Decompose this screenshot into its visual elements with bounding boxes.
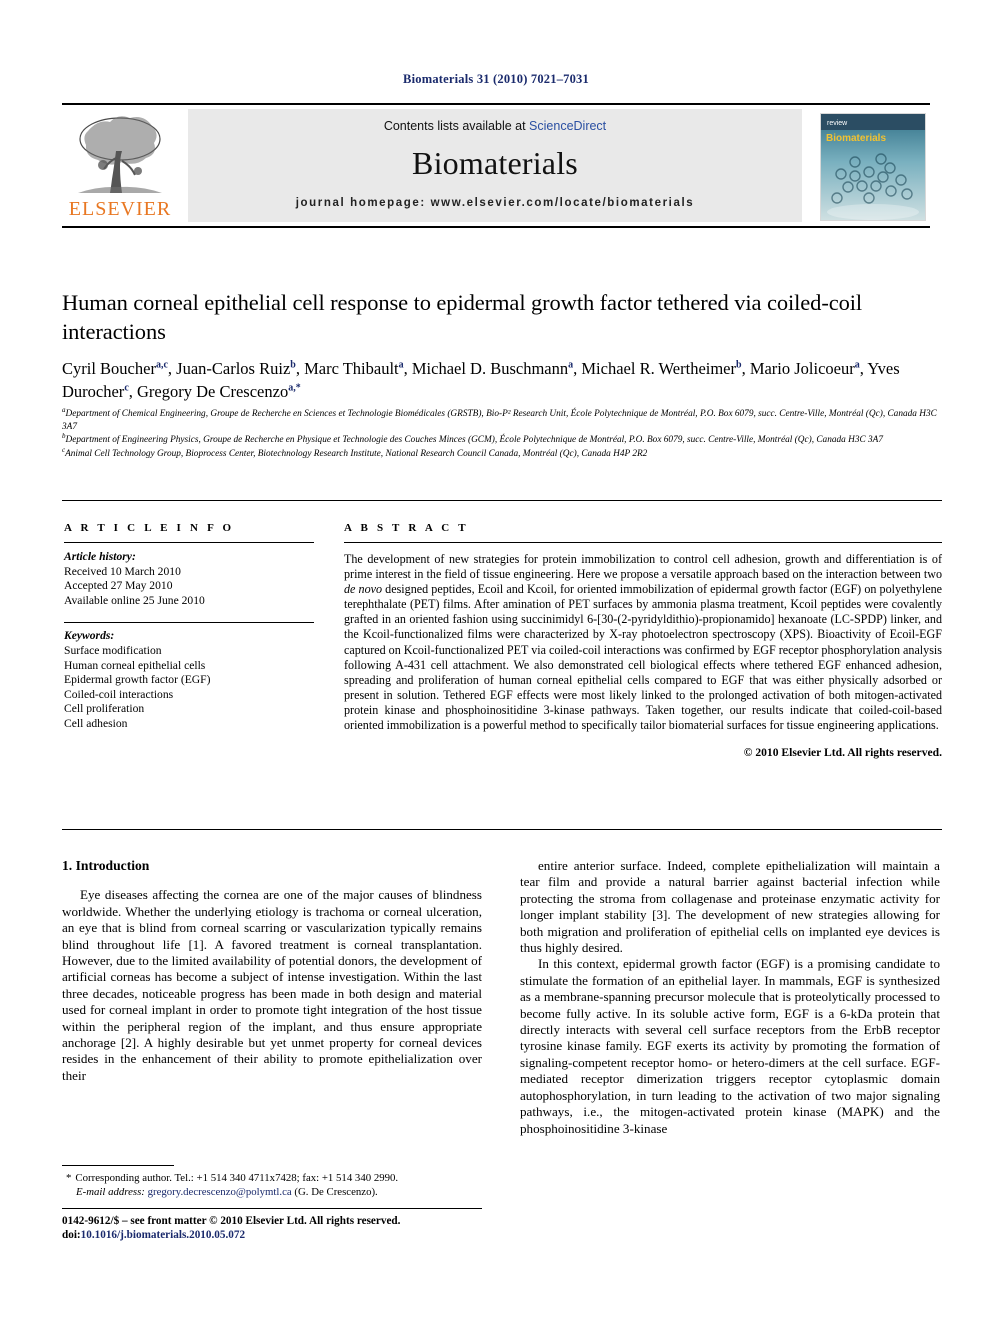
doi-line: doi:10.1016/j.biomaterials.2010.05.072 (62, 1228, 492, 1242)
affiliation-item: bDepartment of Engineering Physics, Grou… (62, 433, 942, 447)
author-name: Gregory De Crescenzo (137, 382, 289, 401)
author-item[interactable]: Juan-Carlos Ruizb (176, 359, 296, 378)
author-name: Marc Thibault (304, 359, 399, 378)
elsevier-wordmark: ELSEVIER (68, 198, 172, 220)
author-affil-marker: a (854, 359, 860, 371)
history-item: Available online 25 June 2010 (64, 593, 205, 607)
sciencedirect-link[interactable]: ScienceDirect (529, 119, 606, 133)
journal-article-page: Biomaterials 31 (2010) 7021–7031 ELSEVIE… (0, 0, 992, 1323)
paragraph: In this context, epidermal growth factor… (520, 956, 940, 1136)
keyword-item: Surface modification (64, 643, 162, 657)
doi-label: doi: (62, 1229, 81, 1241)
front-matter-divider (62, 1208, 482, 1209)
keyword-item: Coiled-coil interactions (64, 687, 174, 701)
author-item[interactable]: Michael R. Wertheimerb (581, 359, 741, 378)
abstract-text: The development of new strategies for pr… (344, 543, 942, 733)
abstract-heading: A B S T R A C T (344, 522, 469, 534)
info-abstract-panel: A R T I C L E I N F O Article history: R… (62, 500, 942, 830)
article-info-heading: A R T I C L E I N F O (64, 522, 235, 534)
history-item: Received 10 March 2010 (64, 564, 181, 578)
cover-artwork-icon: review Biomaterials (821, 114, 925, 220)
body-column-left: 1. Introduction Eye diseases affecting t… (62, 858, 482, 1084)
article-history-group: Article history: Received 10 March 2010 … (64, 543, 314, 608)
body-column-right: entire anterior surface. Indeed, complet… (520, 858, 940, 1137)
footnote-line-1: * Corresponding author. Tel.: +1 514 340 … (62, 1172, 482, 1186)
svg-text:Biomaterials: Biomaterials (826, 133, 886, 144)
contents-available-line: Contents lists available at ScienceDirec… (188, 109, 802, 133)
elsevier-logo: ELSEVIER (66, 113, 174, 221)
front-matter: 0142-9612/$ – see front matter © 2010 El… (62, 1214, 492, 1242)
keyword-item: Human corneal epithelial cells (64, 658, 206, 672)
affiliation-list: aDepartment of Chemical Engineering, Gro… (62, 406, 942, 461)
contents-prefix: Contents lists available at (383, 119, 530, 133)
elsevier-tree-icon (78, 116, 162, 193)
abstract-copyright: © 2010 Elsevier Ltd. All rights reserved… (743, 746, 942, 760)
author-affil-marker: b (290, 359, 296, 371)
running-head: Biomaterials 31 (2010) 7021–7031 (403, 72, 589, 86)
author-name: Mario Jolicoeur (749, 359, 855, 378)
abstract-column: A B S T R A C T The development of new s… (344, 501, 942, 759)
keyword-item: Epidermal growth factor (EGF) (64, 673, 211, 687)
doi-link[interactable]: 10.1016/j.biomaterials.2010.05.072 (81, 1229, 245, 1241)
history-item: Accepted 27 May 2010 (64, 579, 173, 593)
corresponding-author-footnote: * Corresponding author. Tel.: +1 514 340 … (62, 1172, 482, 1199)
author-item[interactable]: Marc Thibaulta (304, 359, 404, 378)
journal-cover-thumbnail: review Biomaterials (820, 113, 926, 221)
keyword-item: Cell proliferation (64, 702, 145, 716)
affiliation-text: Department of Engineering Physics, Group… (65, 435, 884, 446)
journal-masthead: ELSEVIER Contents lists available at Sci… (62, 103, 930, 228)
footnote-marker: * (66, 1172, 72, 1184)
author-affil-marker: a (398, 359, 404, 371)
article-history-label: Article history: (64, 550, 136, 563)
abstract-part-2: designed peptides, Ecoil and Kcoil, for … (344, 582, 942, 733)
keywords-label: Keywords: (64, 629, 115, 643)
section-title-introduction: 1. Introduction (62, 858, 150, 873)
affiliation-text: Animal Cell Technology Group, Bioprocess… (65, 448, 648, 459)
affiliation-item: cAnimal Cell Technology Group, Bioproces… (62, 446, 942, 461)
author-item[interactable]: Cyril Bouchera,c (62, 359, 168, 378)
footnote-line-2: E-mail address: gregory.decrescenzo@poly… (62, 1186, 482, 1200)
author-name: Michael R. Wertheimer (581, 359, 736, 378)
paragraph: entire anterior surface. Indeed, complet… (520, 858, 940, 956)
masthead-center-band: Contents lists available at ScienceDirec… (188, 109, 802, 222)
author-affil-marker: a,c (155, 359, 168, 371)
email-address-label: E-mail address: (76, 1185, 145, 1198)
author-name: Michael D. Buschmann (411, 359, 569, 378)
footnote-contact-text: Corresponding author. Tel.: +1 514 340 4… (75, 1172, 399, 1184)
journal-homepage-link[interactable]: journal homepage: www.elsevier.com/locat… (188, 197, 802, 209)
abstract-part-1: The development of new strategies for pr… (344, 552, 942, 582)
author-name: Cyril Boucher (62, 359, 156, 378)
affiliation-text: Department of Chemical Engineering, Grou… (62, 409, 937, 432)
author-list: Cyril Bouchera,c, Juan-Carlos Ruizb, Mar… (62, 359, 900, 401)
keywords-group: Keywords: Surface modification Human cor… (64, 623, 314, 731)
author-item[interactable]: Gregory De Crescenzoa,* (137, 382, 301, 401)
author-name: Juan-Carlos Ruiz (176, 359, 291, 378)
footnote-divider (62, 1165, 174, 1166)
email-owner: (G. De Crescenzo). (291, 1185, 378, 1198)
abstract-italic-term: de novo (344, 582, 383, 597)
author-item[interactable]: Mario Jolicoeura (750, 359, 860, 378)
issn-copyright-line: 0142-9612/$ – see front matter © 2010 El… (62, 1215, 401, 1227)
article-title: Human corneal epithelial cell response t… (62, 290, 863, 344)
paragraph: Eye diseases affecting the cornea are on… (62, 887, 482, 1083)
author-item[interactable]: Michael D. Buschmanna (412, 359, 573, 378)
author-affil-marker: a (568, 359, 574, 371)
affiliation-item: aDepartment of Chemical Engineering, Gro… (62, 406, 942, 433)
svg-text:review: review (827, 120, 848, 127)
article-info-column: A R T I C L E I N F O Article history: R… (64, 501, 314, 732)
keyword-item: Cell adhesion (64, 716, 128, 730)
author-affil-marker: c (124, 382, 129, 394)
email-link[interactable]: gregory.decrescenzo@polymtl.ca (148, 1186, 292, 1198)
author-affil-marker: b (736, 359, 742, 371)
journal-title: Biomaterials (412, 145, 578, 181)
author-affil-marker: a,* (288, 382, 301, 394)
